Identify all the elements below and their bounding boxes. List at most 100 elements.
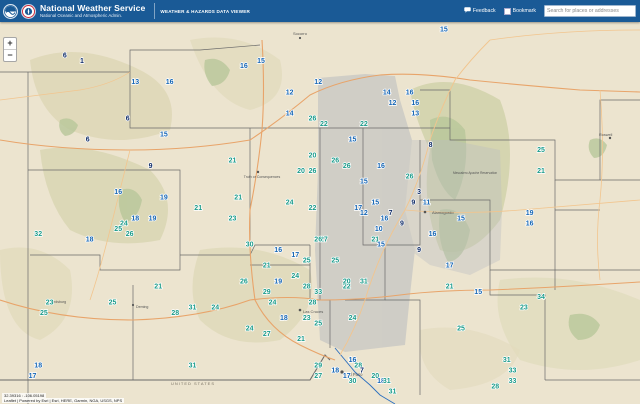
observation-marker[interactable]: 12	[285, 89, 294, 97]
observation-marker[interactable]: 15	[376, 241, 385, 249]
observation-marker[interactable]: 29	[262, 288, 271, 296]
observation-marker[interactable]: 15	[348, 136, 357, 144]
observation-marker[interactable]: 25	[302, 257, 311, 265]
observation-marker[interactable]: 30	[245, 241, 254, 249]
noaa-logo[interactable]	[3, 3, 18, 19]
observation-marker[interactable]: 32	[34, 230, 43, 238]
observation-marker[interactable]: 16	[274, 246, 283, 254]
observation-marker[interactable]: 17	[445, 262, 454, 270]
observation-marker[interactable]: 28	[302, 283, 311, 291]
observation-marker[interactable]: 9	[416, 246, 421, 254]
observation-marker[interactable]: 8	[428, 141, 433, 149]
observation-marker[interactable]: 25	[108, 299, 117, 307]
observation-marker[interactable]: 16	[405, 89, 414, 97]
observation-marker[interactable]: 25	[39, 309, 48, 317]
observation-marker[interactable]: 27	[314, 372, 323, 380]
observation-marker[interactable]: 25	[314, 320, 323, 328]
observation-marker[interactable]: 24	[285, 199, 294, 207]
observation-marker[interactable]: 25	[114, 225, 123, 233]
observation-marker[interactable]: 15	[159, 131, 168, 139]
observation-marker[interactable]: 24	[268, 299, 277, 307]
observation-marker[interactable]: 18	[279, 314, 288, 322]
observation-marker[interactable]: 16	[114, 188, 123, 196]
observation-marker[interactable]: 33	[508, 377, 517, 385]
observation-marker[interactable]: 16	[428, 230, 437, 238]
observation-marker[interactable]: 23	[45, 299, 54, 307]
observation-marker[interactable]: 19	[274, 278, 283, 286]
observation-marker[interactable]: 16	[376, 162, 385, 170]
observation-marker[interactable]: 25	[456, 325, 465, 333]
observation-marker[interactable]: 15	[456, 215, 465, 223]
observation-marker[interactable]: 23	[519, 304, 528, 312]
observation-marker[interactable]: 23	[228, 215, 237, 223]
observation-marker[interactable]: 18	[34, 362, 43, 370]
observation-marker[interactable]: 26	[125, 230, 134, 238]
observation-marker[interactable]: 26	[239, 278, 248, 286]
observation-marker[interactable]: 31	[188, 304, 197, 312]
observation-marker[interactable]: 11	[422, 199, 431, 207]
bookmark-toggle[interactable]: Bookmark	[503, 7, 536, 15]
observation-marker[interactable]: 21	[228, 157, 237, 165]
observation-marker[interactable]: 16	[525, 220, 534, 228]
observation-marker[interactable]: 33	[508, 367, 517, 375]
observation-marker[interactable]: 22	[359, 120, 368, 128]
observation-marker[interactable]: 34	[536, 293, 545, 301]
observation-marker[interactable]: 17	[28, 372, 37, 380]
feedback-button[interactable]: Feedback	[464, 7, 496, 15]
observation-marker[interactable]: 15	[359, 178, 368, 186]
observation-marker[interactable]: 16	[239, 62, 248, 70]
observation-marker[interactable]: 13	[411, 110, 420, 118]
observation-marker[interactable]: 26	[314, 236, 323, 244]
observation-marker[interactable]: 23	[302, 314, 311, 322]
observation-marker[interactable]: 26	[342, 162, 351, 170]
observation-marker[interactable]: 15	[256, 57, 265, 65]
observation-marker[interactable]: 29	[314, 362, 323, 370]
observation-marker[interactable]: 1	[79, 57, 84, 65]
zoom-out-button[interactable]: −	[4, 49, 16, 61]
observation-marker[interactable]: 25	[536, 146, 545, 154]
observation-marker[interactable]: 26	[308, 167, 317, 175]
observation-marker[interactable]: 30	[348, 377, 357, 385]
observation-marker[interactable]: 26	[331, 157, 340, 165]
observation-marker[interactable]: 21	[262, 262, 271, 270]
zoom-in-button[interactable]: +	[4, 38, 16, 49]
observation-marker[interactable]: 28	[171, 309, 180, 317]
observation-marker[interactable]: 27	[262, 330, 271, 338]
observation-marker[interactable]: 31	[359, 278, 368, 286]
observation-marker[interactable]: 20	[342, 278, 351, 286]
observation-marker[interactable]: 15	[474, 288, 483, 296]
observation-marker[interactable]: 21	[296, 335, 305, 343]
search-input[interactable]	[544, 5, 636, 17]
observation-marker[interactable]: 6	[62, 52, 67, 60]
observation-marker[interactable]: 15	[439, 26, 448, 34]
observation-marker[interactable]: 16	[165, 78, 174, 86]
map-canvas[interactable]: Socorro Truth or Consequences Alamogordo…	[0, 0, 640, 404]
observation-marker[interactable]: 14	[382, 89, 391, 97]
observation-marker[interactable]: 19	[159, 194, 168, 202]
observation-marker[interactable]: 18	[131, 215, 140, 223]
nws-logo[interactable]	[21, 3, 36, 19]
observation-marker[interactable]: 22	[308, 204, 317, 212]
observation-marker[interactable]: 33	[314, 288, 323, 296]
observation-marker[interactable]: 21	[234, 194, 243, 202]
observation-marker[interactable]: 24	[211, 304, 220, 312]
observation-marker[interactable]: 21	[536, 167, 545, 175]
observation-marker[interactable]: 18	[331, 367, 340, 375]
observation-marker[interactable]: 7	[388, 209, 393, 217]
observation-marker[interactable]: 28	[308, 299, 317, 307]
observation-marker[interactable]: 24	[245, 325, 254, 333]
observation-marker[interactable]: 9	[148, 162, 153, 170]
observation-marker[interactable]: 7	[359, 367, 364, 375]
observation-marker[interactable]: 31	[188, 362, 197, 370]
bookmark-checkbox[interactable]	[503, 7, 511, 15]
observation-marker[interactable]: 21	[445, 283, 454, 291]
observation-marker[interactable]: 20	[308, 152, 317, 160]
observation-marker[interactable]: 21	[154, 283, 163, 291]
observation-marker[interactable]: 26	[308, 115, 317, 123]
observation-marker[interactable]: 20	[296, 167, 305, 175]
observation-marker[interactable]: 18	[85, 236, 94, 244]
observation-marker[interactable]: 16	[380, 215, 389, 223]
observation-marker[interactable]: 9	[411, 199, 416, 207]
observation-marker[interactable]: 3	[416, 188, 421, 196]
observation-marker[interactable]: 31	[388, 388, 397, 396]
